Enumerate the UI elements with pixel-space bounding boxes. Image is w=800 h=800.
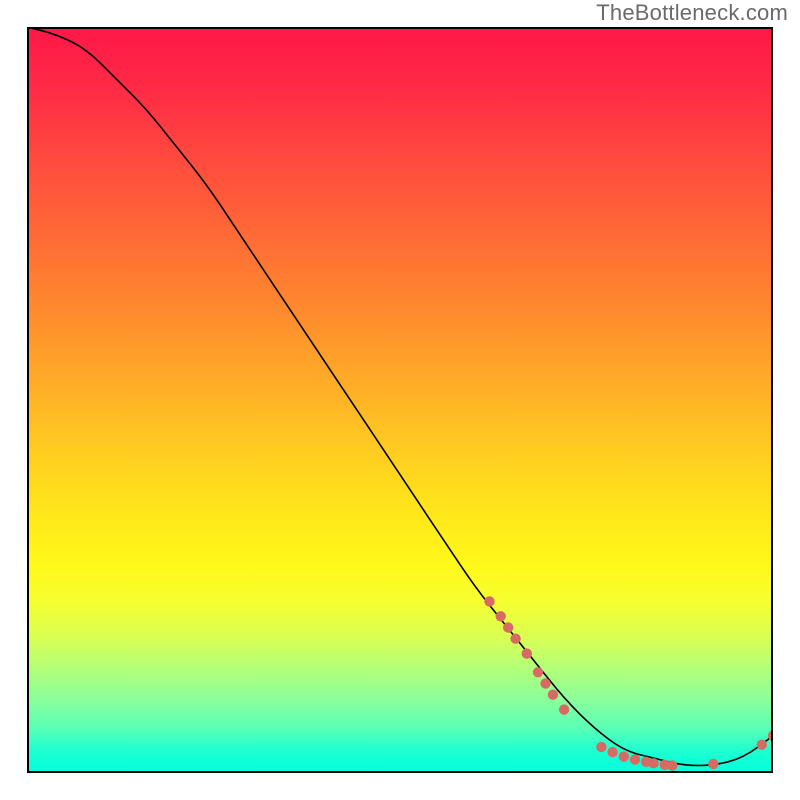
curve-marker xyxy=(540,678,550,688)
curve-marker xyxy=(757,740,767,750)
curve-marker xyxy=(667,760,677,770)
curve-marker xyxy=(630,754,640,764)
curve-marker xyxy=(708,759,718,769)
curve-marker xyxy=(559,704,569,714)
curve-marker xyxy=(607,747,617,757)
plot-area xyxy=(27,27,773,773)
watermark-text: TheBottleneck.com xyxy=(596,0,788,26)
curve-markers xyxy=(484,596,773,771)
chart-container: TheBottleneck.com xyxy=(0,0,800,800)
curve-marker xyxy=(648,758,658,768)
curve-marker xyxy=(503,622,513,632)
curve-marker xyxy=(510,634,520,644)
curve-marker xyxy=(522,648,532,658)
curve-marker xyxy=(484,596,494,606)
bottleneck-curve-line xyxy=(27,27,773,766)
curve-marker xyxy=(596,742,606,752)
curve-marker xyxy=(548,690,558,700)
curve-marker xyxy=(619,751,629,761)
curve-marker xyxy=(533,667,543,677)
curve-svg xyxy=(27,27,773,773)
curve-marker xyxy=(496,611,506,621)
